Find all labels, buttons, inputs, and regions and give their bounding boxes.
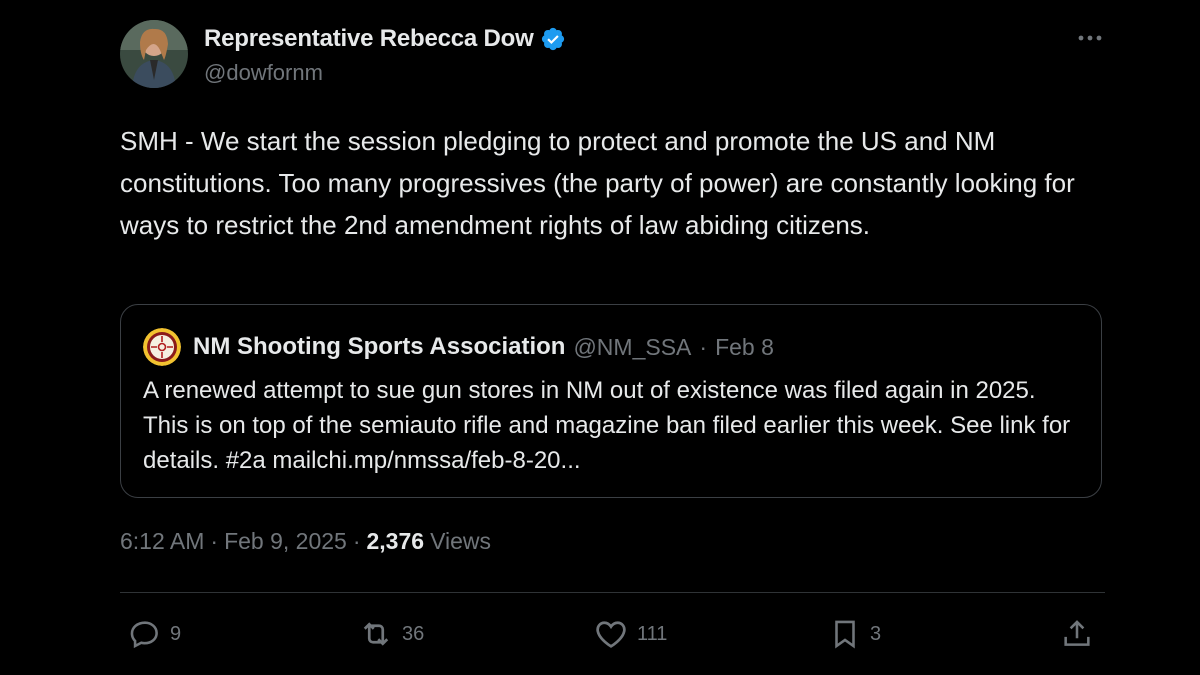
share-icon	[1060, 617, 1094, 651]
bookmark-icon	[828, 617, 862, 651]
author-avatar[interactable]	[120, 20, 188, 88]
author-display-name[interactable]: Representative Rebecca Dow	[204, 25, 534, 53]
quoted-date[interactable]: Feb 8	[715, 334, 774, 361]
meta-separator: ·	[210, 528, 219, 554]
quoted-author-avatar	[143, 328, 181, 366]
tweet-time[interactable]: 6:12 AM	[120, 528, 204, 555]
tweet-text: SMH - We start the session pledging to p…	[120, 126, 1082, 240]
more-icon[interactable]	[1075, 28, 1105, 48]
reply-count: 9	[170, 622, 182, 645]
share-button[interactable]	[1060, 614, 1094, 654]
meta-separator-2: ·	[352, 528, 361, 554]
views-count: 2,376	[366, 528, 425, 554]
quoted-tweet[interactable]: NM Shooting Sports Association @NM_SSA ·…	[120, 304, 1102, 498]
heart-icon	[593, 616, 629, 652]
bookmark-count: 3	[870, 622, 882, 645]
reply-icon	[128, 617, 162, 651]
quoted-author-handle[interactable]: @NM_SSA	[573, 334, 691, 361]
tweet-meta: 6:12 AM · Feb 9, 2025 · 2,376 Views	[120, 528, 491, 555]
author-handle[interactable]: @dowfornm	[204, 60, 566, 86]
like-count: 111	[637, 622, 668, 645]
verified-badge-icon	[540, 26, 566, 52]
quoted-author-name[interactable]: NM Shooting Sports Association	[193, 333, 565, 361]
action-bar: 9 36 111 3	[120, 614, 1105, 654]
bookmark-button[interactable]: 3	[828, 614, 881, 654]
repost-icon	[358, 616, 394, 652]
repost-count: 36	[402, 622, 425, 645]
quoted-separator: ·	[699, 333, 708, 360]
quoted-tweet-header: NM Shooting Sports Association @NM_SSA ·…	[143, 327, 774, 367]
views-label: Views	[430, 528, 491, 554]
tweet: Representative Rebecca Dow @dowfornm SMH…	[120, 20, 1105, 649]
like-button[interactable]: 111	[593, 614, 667, 654]
quoted-tweet-text: A renewed attempt to sue gun stores in N…	[143, 377, 1071, 474]
divider	[120, 592, 1105, 593]
author-info: Representative Rebecca Dow @dowfornm	[204, 24, 566, 86]
reply-button[interactable]: 9	[128, 614, 181, 654]
repost-button[interactable]: 36	[358, 614, 424, 654]
tweet-date[interactable]: Feb 9, 2025	[224, 528, 347, 555]
tweet-header: Representative Rebecca Dow @dowfornm	[120, 20, 1105, 92]
